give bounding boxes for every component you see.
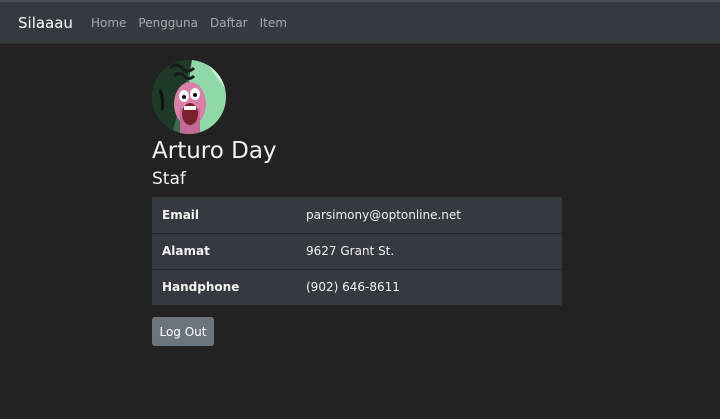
- user-name: Arturo Day: [152, 138, 277, 164]
- table-row: Handphone (902) 646-8611: [152, 268, 562, 305]
- table-row: Email parsimony@optonline.net: [152, 197, 562, 233]
- field-value-phone: (902) 646-8611: [296, 268, 562, 305]
- top-navbar: Silaaau Home Pengguna Daftar Item: [0, 0, 720, 44]
- nav-link-home[interactable]: Home: [91, 16, 126, 30]
- profile-info-table: Email parsimony@optonline.net Alamat 962…: [152, 197, 562, 305]
- avatar: [152, 60, 226, 134]
- logout-button[interactable]: Log Out: [152, 317, 214, 346]
- nav-link-item[interactable]: Item: [260, 16, 287, 30]
- field-label-phone: Handphone: [152, 268, 296, 305]
- field-value-address: 9627 Grant St.: [296, 232, 562, 269]
- nav-link-daftar[interactable]: Daftar: [210, 16, 248, 30]
- profile-content: Arturo Day Staf Email parsimony@optonlin…: [152, 60, 562, 346]
- field-label-address: Alamat: [152, 232, 296, 269]
- user-role: Staf: [152, 169, 186, 189]
- avatar-image: [152, 60, 226, 134]
- table-row: Alamat 9627 Grant St.: [152, 232, 562, 269]
- nav-link-pengguna[interactable]: Pengguna: [138, 16, 198, 30]
- field-value-email: parsimony@optonline.net: [306, 207, 462, 222]
- brand-link[interactable]: Silaaau: [18, 14, 73, 32]
- field-label-email: Email: [162, 207, 200, 222]
